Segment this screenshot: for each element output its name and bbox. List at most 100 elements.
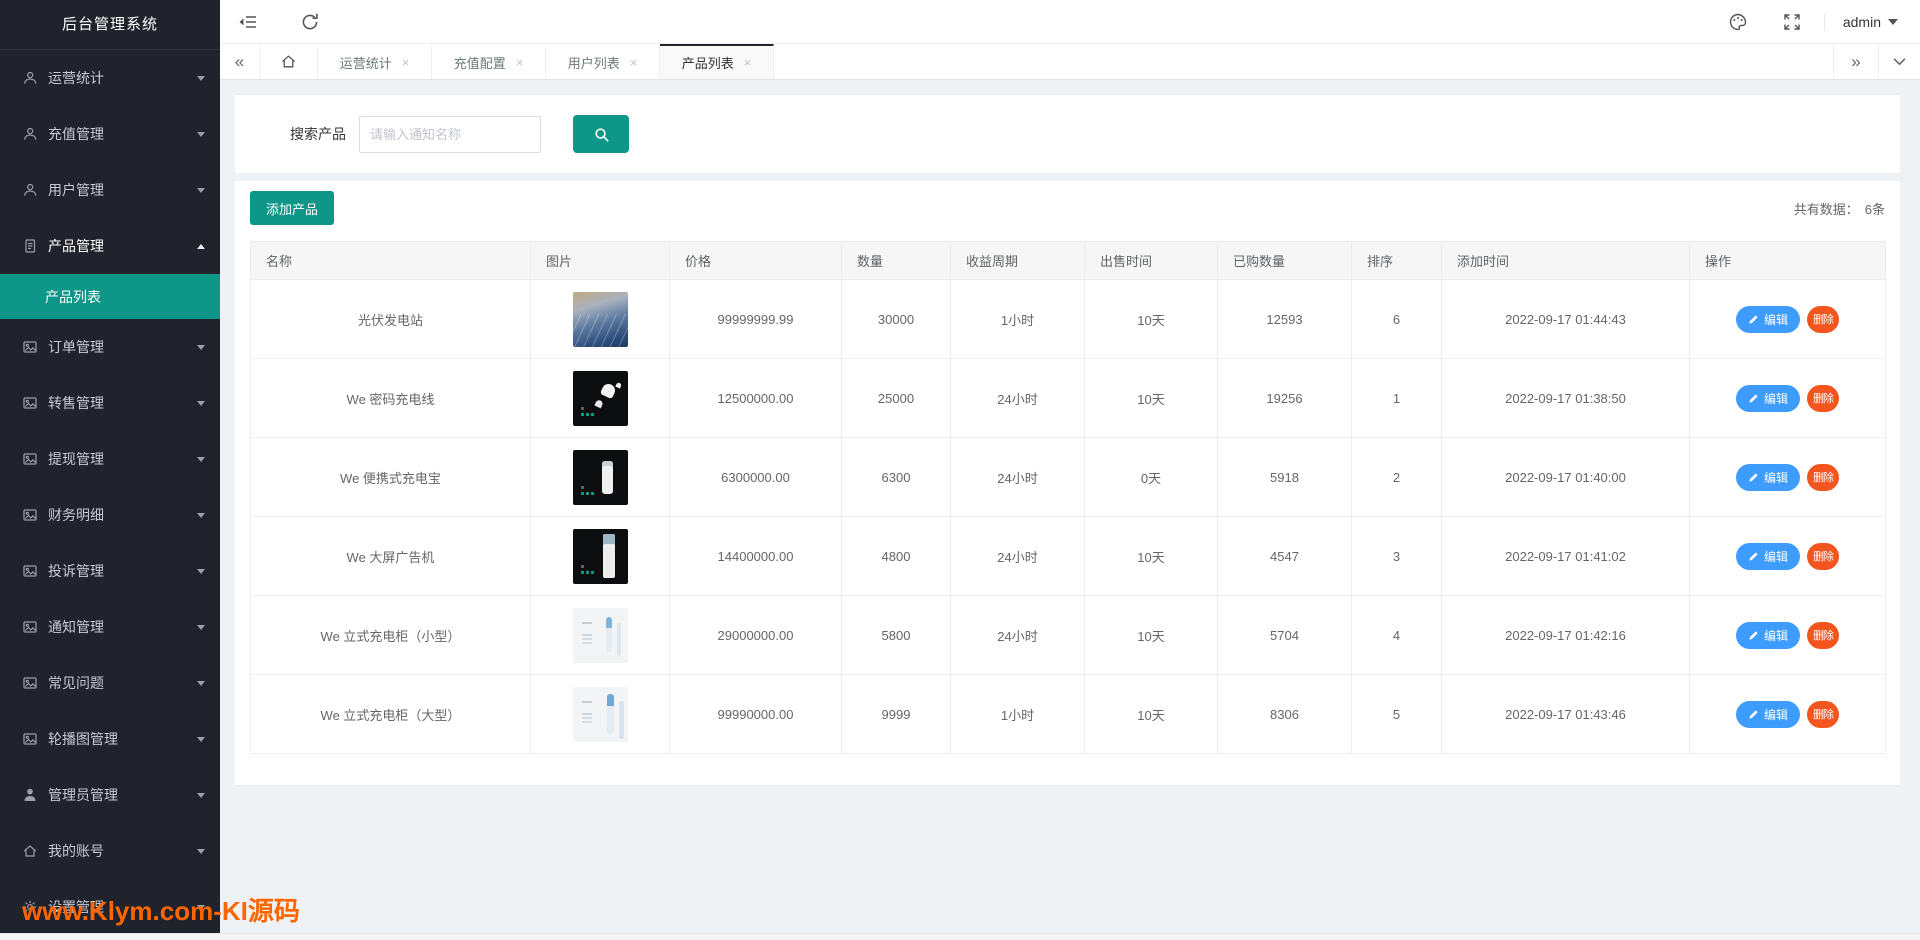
tabs-scroll-right-icon[interactable]: » [1833,44,1878,79]
sidebar-item-banner-mgmt[interactable]: 轮播图管理 [0,711,220,767]
chevron-down-icon [197,400,205,406]
search-input[interactable] [359,115,541,153]
delete-button[interactable]: 删除 [1807,305,1839,333]
user-menu[interactable]: admin [1843,14,1898,30]
home-icon [22,843,38,859]
cell-price: 99999999.99 [669,279,842,359]
sidebar-item-faq[interactable]: 常见问题 [0,655,220,711]
theme-palette-icon[interactable] [1728,12,1748,32]
cell-quantity: 6300 [841,437,951,517]
product-image[interactable] [572,686,628,742]
table-row: 光伏发电站 99999999.99 30000 1小时 10天 12593 6 … [250,279,1886,359]
col-cycle: 收益周期 [950,241,1085,280]
tabs-scroll-left-icon[interactable]: « [220,44,260,79]
col-sale-time: 出售时间 [1084,241,1218,280]
close-icon[interactable]: × [402,55,410,70]
edit-button[interactable]: 编辑 [1735,700,1800,728]
edit-button[interactable]: 编辑 [1735,463,1800,491]
sidebar-item-complaint-mgmt[interactable]: 投诉管理 [0,543,220,599]
add-product-button[interactable]: 添加产品 [250,191,335,225]
cell-price: 6300000.00 [669,437,842,517]
home-tab[interactable] [260,44,318,79]
close-icon[interactable]: × [516,55,524,70]
sidebar-item-recharge-mgmt[interactable]: 充值管理 [0,106,220,162]
image-icon [22,339,38,355]
tab-user-list[interactable]: 用户列表 × [546,44,660,79]
tab-operations-stats[interactable]: 运营统计 × [318,44,432,79]
fullscreen-icon[interactable] [1782,12,1802,32]
cell-cycle: 1小时 [950,279,1085,359]
sidebar-item-my-account[interactable]: 我的账号 [0,823,220,879]
cell-added-time: 2022-09-17 01:41:02 [1441,516,1690,596]
tabs-menu-icon[interactable] [1878,44,1920,79]
delete-button[interactable]: 删除 [1807,384,1839,412]
sidebar-item-product-mgmt[interactable]: 产品管理 [0,218,220,274]
document-icon [22,238,38,254]
image-icon [22,451,38,467]
cell-purchased: 8306 [1217,674,1352,754]
home-icon [280,53,297,70]
horizontal-scrollbar[interactable] [0,933,1920,940]
chevron-down-icon [197,680,205,686]
cell-name: We 立式充电柜（大型） [250,674,531,754]
sidebar-item-notice-mgmt[interactable]: 通知管理 [0,599,220,655]
cell-name: We 便携式充电宝 [250,437,531,517]
product-image[interactable] [572,528,628,584]
product-image[interactable] [572,370,628,426]
cell-actions: 编辑 删除 [1689,437,1886,517]
sidebar-item-user-mgmt[interactable]: 用户管理 [0,162,220,218]
tab-recharge-config[interactable]: 充值配置 × [432,44,546,79]
cell-sort: 1 [1351,358,1442,438]
cell-name: We 密码充电线 [250,358,531,438]
product-image[interactable] [572,449,628,505]
username: admin [1842,13,1881,30]
product-image[interactable] [572,291,628,347]
close-icon[interactable]: × [630,55,638,70]
admin-app: 后台管理系统 运营统计 充值管理 用户管理 产品管理 产品列表 订单管理 转售管… [0,0,1920,940]
delete-button[interactable]: 删除 [1807,542,1839,570]
col-name: 名称 [250,241,531,280]
cell-quantity: 9999 [841,674,951,754]
delete-button[interactable]: 删除 [1807,463,1839,491]
image-icon [22,675,38,691]
cell-price: 12500000.00 [669,358,842,438]
col-price: 价格 [669,241,842,280]
chevron-down-icon [1888,18,1898,25]
cell-purchased: 19256 [1217,358,1352,438]
sidebar-item-withdraw-mgmt[interactable]: 提现管理 [0,431,220,487]
tab-product-list[interactable]: 产品列表 × [660,44,774,79]
sidebar-item-finance-detail[interactable]: 财务明细 [0,487,220,543]
table-row: We 密码充电线 12500000.00 25000 24小时 10天 1925… [250,358,1886,438]
delete-button[interactable]: 删除 [1807,621,1839,649]
page-content: 搜索产品 添加产品 共有数据：6条 [220,80,1920,940]
table-row: We 立式充电柜（大型） 99990000.00 9999 1小时 10天 83… [250,674,1886,754]
cell-added-time: 2022-09-17 01:38:50 [1441,358,1690,438]
sidebar: 后台管理系统 运营统计 充值管理 用户管理 产品管理 产品列表 订单管理 转售管… [0,0,220,940]
product-image[interactable] [572,607,628,663]
cell-purchased: 4547 [1217,516,1352,596]
delete-button[interactable]: 删除 [1807,700,1839,728]
col-image: 图片 [530,241,670,280]
sidebar-item-operations-stats[interactable]: 运营统计 [0,50,220,106]
refresh-icon[interactable] [300,12,320,32]
sidebar-item-admin-mgmt[interactable]: 管理员管理 [0,767,220,823]
sidebar-item-resale-mgmt[interactable]: 转售管理 [0,375,220,431]
cell-sort: 4 [1351,595,1442,675]
image-icon [22,619,38,635]
search-button[interactable] [573,115,629,153]
edit-button[interactable]: 编辑 [1735,621,1800,649]
sidebar-toggle-icon[interactable] [238,12,258,32]
chevron-down-icon [197,736,205,742]
edit-button[interactable]: 编辑 [1735,542,1800,570]
col-sort: 排序 [1351,241,1442,280]
cell-image [530,358,670,438]
close-icon[interactable]: × [744,55,752,70]
sidebar-item-order-mgmt[interactable]: 订单管理 [0,319,220,375]
cell-quantity: 25000 [841,358,951,438]
product-table-panel: 添加产品 共有数据： 6条 名称 图片 价格 数量 收益周期 出售时间 已购数量… [235,181,1900,785]
chevron-down-icon [197,75,205,81]
edit-button[interactable]: 编辑 [1735,384,1800,412]
edit-button[interactable]: 编辑 [1735,305,1800,333]
sidebar-item-product-list[interactable]: 产品列表 [0,274,220,319]
watermark: www.Klym.com-KI源码 [22,896,300,926]
